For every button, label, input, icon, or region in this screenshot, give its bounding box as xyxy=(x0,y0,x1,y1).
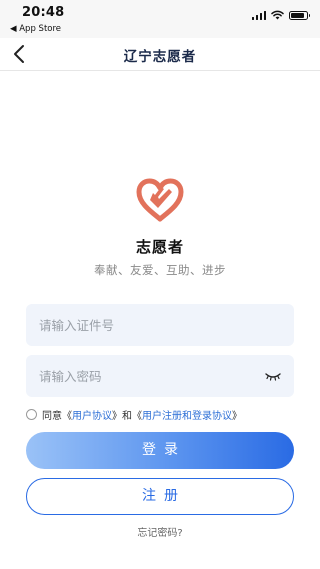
cellular-signal-icon xyxy=(251,10,266,20)
agreement-and: 和 xyxy=(122,410,132,422)
id-number-input[interactable] xyxy=(39,304,259,346)
register-button[interactable]: 注册 xyxy=(26,478,294,515)
login-button[interactable]: 登录 xyxy=(26,432,294,469)
forgot-password-link[interactable]: 忘记密码? xyxy=(0,524,320,539)
wifi-icon xyxy=(271,10,284,20)
agreement-bracket-close: 》 xyxy=(232,410,242,422)
app-name: 志愿者 xyxy=(135,238,184,256)
status-icons xyxy=(251,9,310,21)
status-time: 20:48 xyxy=(22,5,65,20)
battery-icon xyxy=(289,10,310,20)
agreement-checkbox[interactable] xyxy=(26,408,37,420)
password-input[interactable] xyxy=(39,355,259,397)
agreement-bracket-close: 》 xyxy=(112,410,122,422)
agreement-row: 同意 《 用户协议 》 和 《 用户注册和登录协议 》 xyxy=(26,404,242,424)
agreement-bracket-open: 《 xyxy=(132,410,142,422)
agreement-bracket-open: 《 xyxy=(62,410,72,422)
password-field-container xyxy=(26,355,294,397)
eye-closed-icon[interactable] xyxy=(264,369,282,383)
page-title: 辽宁志愿者 xyxy=(123,49,197,65)
slogan: 奉献、友爱、互助、进步 xyxy=(94,263,226,277)
register-login-agreement-link[interactable]: 用户注册和登录协议 xyxy=(142,407,232,422)
login-screen: 20:48 ◀ App Store 辽宁志愿者 志愿者 奉献、友爱、互助、进步 … xyxy=(0,0,320,569)
nav-bar: 辽宁志愿者 xyxy=(0,38,320,71)
user-agreement-link[interactable]: 用户协议 xyxy=(72,407,112,422)
id-number-field-container xyxy=(26,304,294,346)
back-to-app-store-link[interactable]: ◀ App Store xyxy=(10,24,61,34)
status-bar: 20:48 ◀ App Store xyxy=(0,0,320,38)
heart-hand-icon xyxy=(136,178,184,222)
agreement-prefix: 同意 xyxy=(42,410,62,422)
